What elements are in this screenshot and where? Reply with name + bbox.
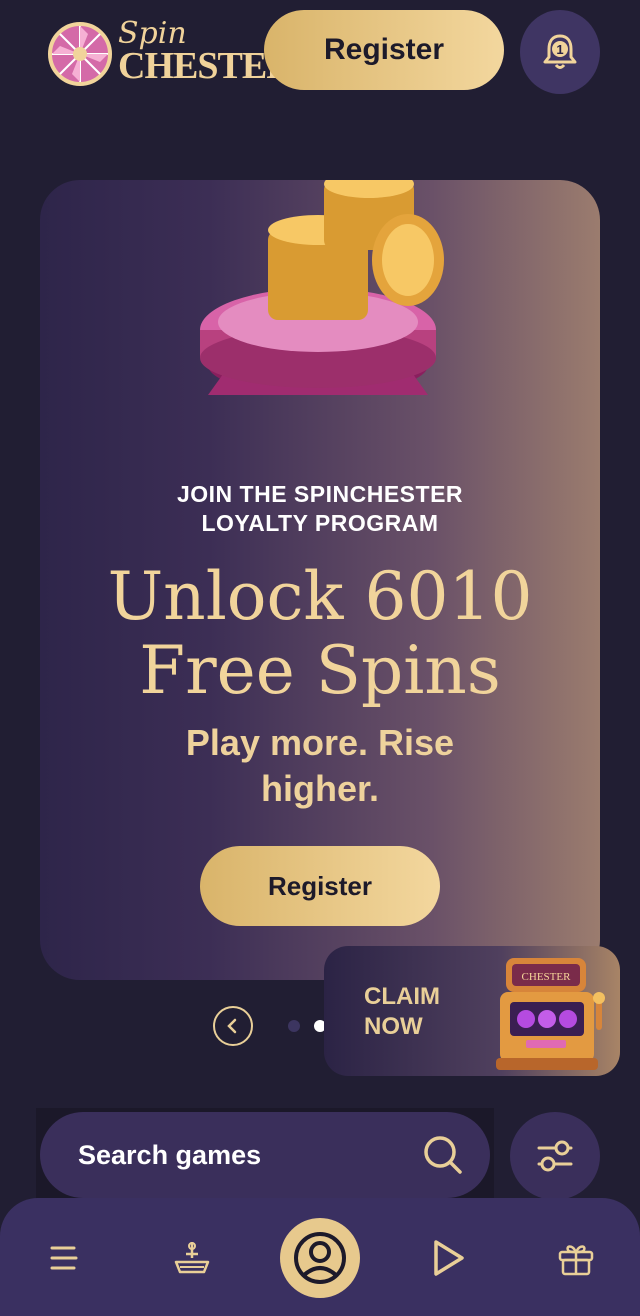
hero-eyebrow: JOIN THE SPINCHESTER LOYALTY PROGRAM [176,481,464,536]
carousel-dot[interactable] [288,1020,300,1032]
notifications-button[interactable]: 1 [520,10,600,94]
nav-menu[interactable] [40,1234,88,1282]
search-icon[interactable] [422,1134,464,1176]
bell-icon: 1 [543,34,577,69]
hero-register-button[interactable]: Register [200,846,440,926]
play-icon [434,1240,464,1276]
gift-icon [558,1245,594,1276]
carousel-prev-button[interactable] [213,1006,253,1046]
notification-count: 1 [556,42,563,57]
register-button[interactable]: Register [264,10,504,90]
filter-button[interactable] [510,1112,600,1200]
sliders-icon [537,1140,573,1172]
nav-profile[interactable] [280,1218,360,1298]
hero-subtitle: Play more. Rise higher. [185,722,455,809]
profile-icon [294,1232,346,1284]
search-placeholder: Search games [78,1139,262,1170]
claim-now-label: CLAIM NOW [364,983,440,1040]
nav-rewards[interactable] [168,1234,216,1282]
search-input[interactable]: Search games [40,1112,490,1198]
trophy-icon [174,1242,210,1274]
hero-title: Unlock 6010 Free Spins [107,558,533,709]
bottom-nav [0,1198,640,1316]
slot-sign: CHESTER [522,971,572,983]
brand-logo[interactable]: Spin CHESTER [48,14,294,87]
nav-play[interactable] [424,1234,472,1282]
claim-now-button[interactable]: CLAIM NOW CHESTER [324,946,620,1076]
menu-icon [50,1246,78,1270]
nav-gift[interactable] [552,1234,600,1282]
slot-machine-icon: CHESTER [496,958,605,1070]
coin-stack-icon [200,180,444,395]
hero-banner: JOIN THE SPINCHESTER LOYALTY PROGRAM Unl… [40,180,600,980]
wheel-icon [48,22,112,86]
chevron-left-icon [227,1018,237,1034]
